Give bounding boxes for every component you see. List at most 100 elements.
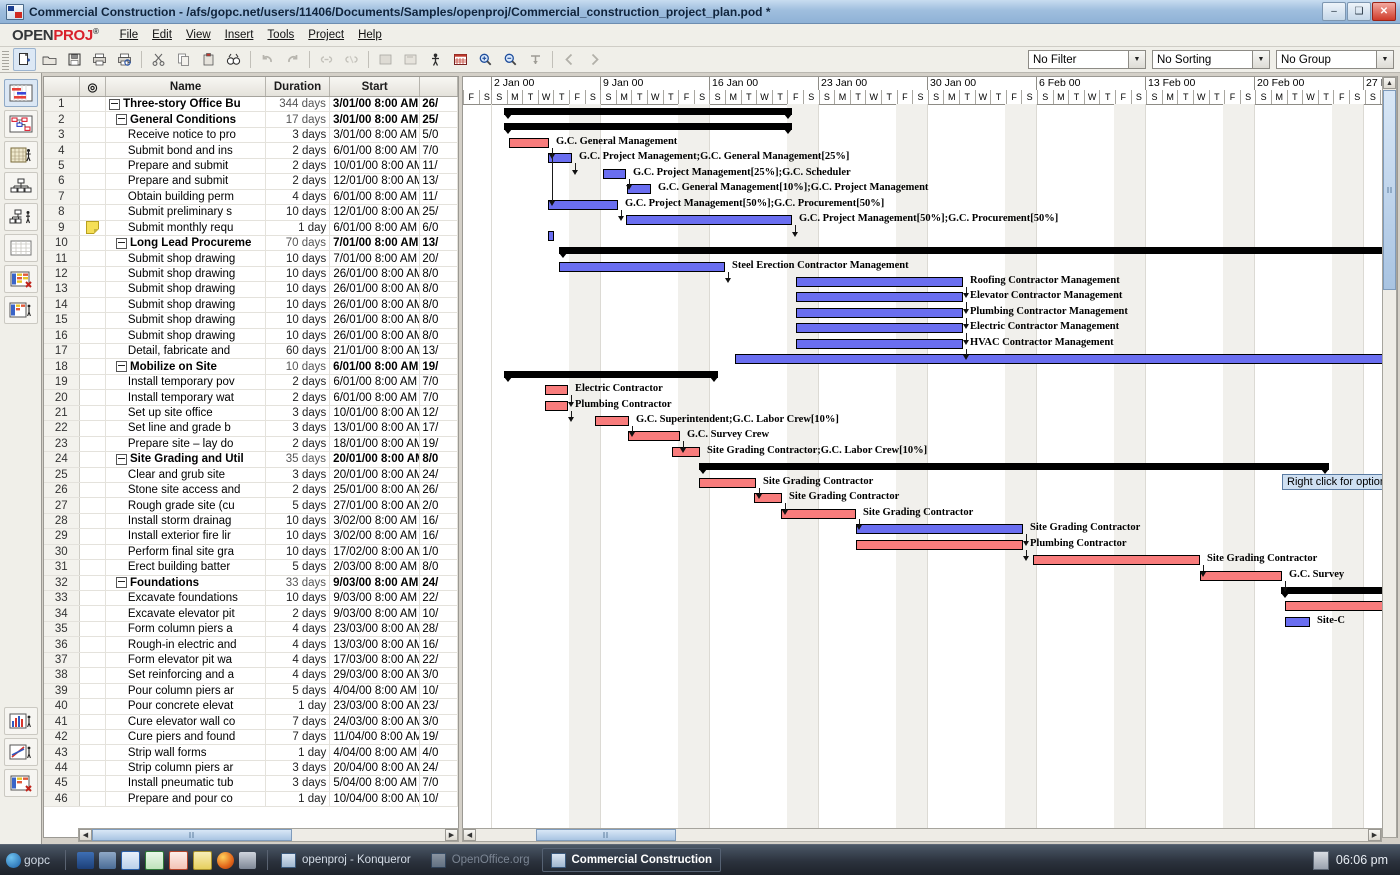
row-indicator-cell[interactable] bbox=[80, 112, 106, 127]
task-name-cell[interactable]: Submit preliminary s bbox=[106, 205, 267, 220]
filter-combobox[interactable]: No Filter ▼ bbox=[1028, 50, 1146, 69]
task-start-cell[interactable]: 3/01/00 8:00 AM bbox=[330, 127, 421, 143]
task-finish-cell[interactable]: 10/ bbox=[420, 606, 458, 621]
unlink-tasks-icon[interactable] bbox=[340, 48, 363, 71]
row-number[interactable]: 27 bbox=[44, 498, 80, 513]
table-row[interactable]: 36 Rough-in electric and 4 days 13/03/00 8:… bbox=[44, 637, 458, 653]
row-indicator-cell[interactable] bbox=[80, 513, 106, 529]
redo-icon[interactable] bbox=[281, 48, 304, 71]
task-duration-cell[interactable]: 35 days bbox=[266, 452, 331, 467]
task-name-cell[interactable]: Pour column piers ar bbox=[106, 683, 267, 699]
row-number[interactable]: 18 bbox=[44, 359, 80, 374]
table-row[interactable]: 33 Excavate foundations 10 days 9/03/00 8:0… bbox=[44, 591, 458, 607]
task-name-cell[interactable]: Submit bond and ins bbox=[106, 143, 267, 158]
task-grid[interactable]: ◎ Name Duration Start 1 Three-story Offic… bbox=[43, 76, 459, 838]
gantt-bar[interactable] bbox=[1200, 570, 1282, 581]
gantt-bar[interactable] bbox=[735, 354, 1397, 365]
task-finish-cell[interactable]: 8/0 bbox=[420, 452, 458, 467]
task-name-cell[interactable]: Form elevator pit wa bbox=[106, 652, 267, 668]
row-number[interactable]: 11 bbox=[44, 251, 80, 266]
gantt-bar[interactable] bbox=[1281, 586, 1397, 598]
task-name-cell[interactable]: Install pneumatic tub bbox=[106, 776, 267, 791]
row-number[interactable]: 14 bbox=[44, 297, 80, 313]
task-finish-cell[interactable]: 28/ bbox=[420, 621, 458, 637]
task-finish-cell[interactable]: 13/ bbox=[420, 344, 458, 359]
table-row[interactable]: 40 Pour concrete elevat 1 day 23/03/00 8:00… bbox=[44, 699, 458, 715]
row-indicator-cell[interactable] bbox=[80, 313, 106, 328]
collapse-toggle-icon[interactable] bbox=[109, 98, 121, 110]
chevron-down-icon[interactable]: ▼ bbox=[1128, 51, 1145, 68]
table-row[interactable]: 5 Prepare and submit 2 days 10/01/00 8:00 A… bbox=[44, 158, 458, 175]
task-start-cell[interactable]: 13/03/00 8:00 AM bbox=[330, 637, 421, 652]
table-row[interactable]: 20 Install temporary wat 2 days 6/01/00 8:0… bbox=[44, 390, 458, 406]
table-row[interactable]: 24 Site Grading and Util 35 days 20/01/00 8… bbox=[44, 452, 458, 468]
task-name-cell[interactable]: Pour concrete elevat bbox=[106, 699, 267, 714]
row-indicator-cell[interactable] bbox=[80, 668, 106, 683]
task-finish-cell[interactable]: 11/ bbox=[420, 189, 458, 205]
task-start-cell[interactable]: 9/03/00 8:00 AM bbox=[330, 591, 421, 606]
task-name-cell[interactable]: Long Lead Procureme bbox=[106, 235, 267, 251]
menu-view[interactable]: View bbox=[179, 27, 218, 43]
task-name-cell[interactable]: Detail, fabricate and bbox=[106, 344, 267, 359]
gantt-bar[interactable] bbox=[603, 168, 626, 179]
task-name-cell[interactable]: Three-story Office Bu bbox=[106, 97, 266, 112]
paste-icon[interactable] bbox=[197, 48, 220, 71]
row-indicator-cell[interactable] bbox=[80, 791, 106, 807]
notes-icon[interactable] bbox=[193, 850, 213, 870]
table-row[interactable]: 15 Submit shop drawing 10 days 26/01/00 8:0… bbox=[44, 313, 458, 329]
table-row[interactable]: 41 Cure elevator wall co 7 days 24/03/00 8:… bbox=[44, 714, 458, 730]
task-name-cell[interactable]: Submit monthly requ bbox=[106, 220, 267, 235]
row-number[interactable]: 2 bbox=[44, 112, 80, 127]
row-number[interactable]: 21 bbox=[44, 405, 80, 421]
task-start-cell[interactable]: 23/03/00 8:00 AM bbox=[330, 699, 421, 714]
menu-help[interactable]: Help bbox=[351, 27, 389, 43]
new-project-icon[interactable] bbox=[13, 48, 36, 71]
column-header-duration[interactable]: Duration bbox=[266, 77, 331, 96]
task-finish-cell[interactable]: 8/0 bbox=[420, 313, 458, 328]
gantt-view-icon[interactable] bbox=[3, 79, 38, 107]
gantt-bar[interactable] bbox=[548, 230, 554, 241]
task-duration-cell[interactable]: 3 days bbox=[266, 127, 331, 143]
table-row[interactable]: 6 Prepare and submit 2 days 12/01/00 8:00 A… bbox=[44, 174, 458, 190]
copy-icon[interactable] bbox=[172, 48, 195, 71]
undo-icon[interactable] bbox=[256, 48, 279, 71]
resource-sheet-icon[interactable] bbox=[3, 265, 38, 293]
network-view-icon[interactable] bbox=[3, 110, 38, 138]
gantt-bar[interactable] bbox=[796, 292, 963, 303]
gantt-bar[interactable] bbox=[628, 431, 680, 442]
gimp-icon[interactable] bbox=[239, 851, 257, 869]
indent-icon[interactable] bbox=[374, 48, 397, 71]
task-name-cell[interactable]: Prepare and submit bbox=[106, 158, 267, 174]
gantt-bar[interactable] bbox=[559, 261, 725, 272]
row-indicator-cell[interactable] bbox=[80, 220, 106, 235]
task-start-cell[interactable]: 6/01/00 8:00 AM bbox=[330, 143, 421, 158]
row-indicator-cell[interactable] bbox=[80, 251, 106, 266]
table-row[interactable]: 1 Three-story Office Bu 344 days 3/01/00 8:… bbox=[44, 97, 458, 113]
table-row[interactable]: 39 Pour column piers ar 5 days 4/04/00 8:00… bbox=[44, 683, 458, 700]
row-number[interactable]: 45 bbox=[44, 776, 80, 791]
task-name-cell[interactable]: Clear and grub site bbox=[106, 467, 267, 482]
task-duration-cell[interactable]: 3 days bbox=[266, 421, 331, 436]
task-finish-cell[interactable]: 8/0 bbox=[420, 328, 458, 343]
calendar-icon[interactable] bbox=[449, 48, 472, 71]
table-row[interactable]: 34 Excavate elevator pit 2 days 9/03/00 8:0… bbox=[44, 606, 458, 622]
row-indicator-cell[interactable] bbox=[80, 729, 106, 745]
task-name-cell[interactable]: Receive notice to pro bbox=[106, 127, 267, 143]
firefox-icon[interactable] bbox=[217, 851, 235, 869]
task-start-cell[interactable]: 20/01/00 8:00 AM bbox=[330, 452, 421, 467]
task-start-cell[interactable]: 6/01/00 8:00 AM bbox=[330, 220, 421, 235]
row-indicator-cell[interactable] bbox=[80, 97, 107, 112]
task-start-cell[interactable]: 6/01/00 8:00 AM bbox=[330, 189, 421, 205]
cut-icon[interactable] bbox=[147, 48, 170, 71]
task-start-cell[interactable]: 26/01/00 8:00 AM bbox=[330, 282, 421, 297]
row-number[interactable]: 28 bbox=[44, 513, 80, 529]
gantt-bar[interactable] bbox=[1285, 601, 1397, 612]
task-start-cell[interactable]: 12/01/00 8:00 AM bbox=[330, 205, 421, 220]
row-number[interactable]: 24 bbox=[44, 452, 80, 467]
row-indicator-cell[interactable] bbox=[80, 297, 106, 313]
task-finish-cell[interactable]: 1/0 bbox=[420, 544, 458, 560]
collapse-toggle-icon[interactable] bbox=[116, 453, 127, 465]
task-start-cell[interactable]: 4/04/00 8:00 AM bbox=[330, 683, 421, 699]
task-finish-cell[interactable]: 16/ bbox=[420, 529, 458, 544]
task-start-cell[interactable]: 10/04/00 8:00 AM bbox=[330, 791, 421, 807]
